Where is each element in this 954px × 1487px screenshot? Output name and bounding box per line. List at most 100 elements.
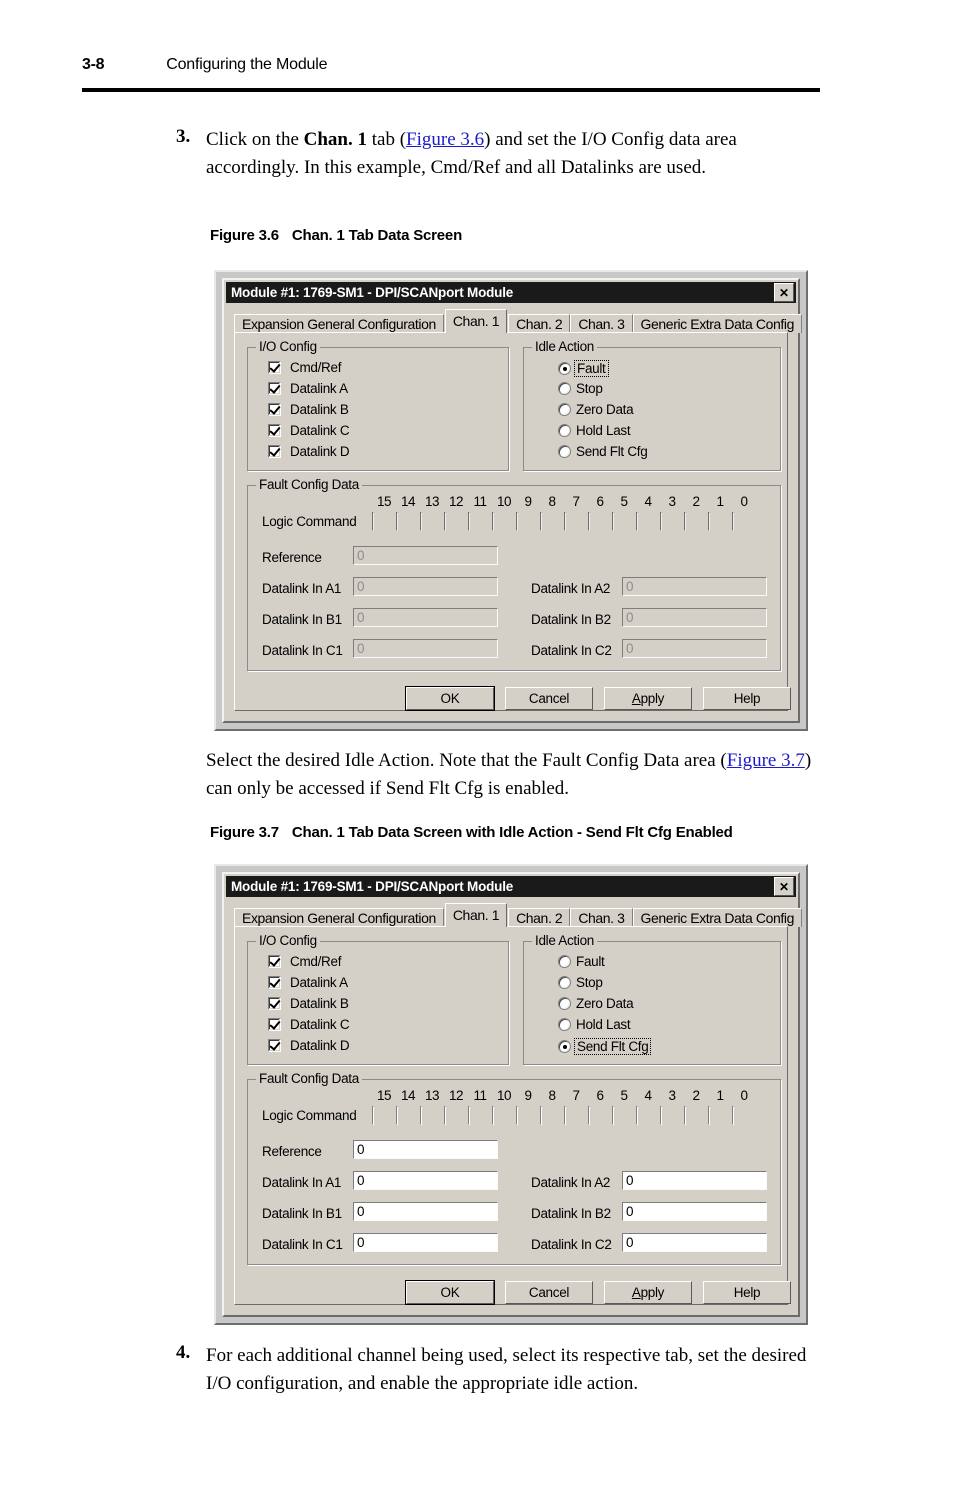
step-3-bold: Chan. 1 xyxy=(303,129,367,150)
reference-label-2: Reference xyxy=(262,1144,322,1159)
tab-chan-1[interactable]: Chan. 1 xyxy=(444,903,508,927)
dialog-1-titlebar[interactable]: Module #1: 1769-SM1 - DPI/SCANport Modul… xyxy=(226,282,796,303)
dialog-2-button-row: OK Cancel Apply Help xyxy=(405,1280,791,1305)
tab-chan-3[interactable]: Chan. 3 xyxy=(570,314,633,333)
bit-label-14: 14 xyxy=(400,1088,416,1103)
datalink-in-b2-input-1: 0 xyxy=(622,608,767,627)
cancel-button-1[interactable]: Cancel xyxy=(505,687,593,710)
radio-zero-data-2[interactable] xyxy=(558,997,571,1010)
radio-send-flt-cfg-1[interactable] xyxy=(558,445,571,458)
logic-bit-checkbox-7 xyxy=(564,512,566,531)
logic-bit-checkbox-12[interactable] xyxy=(444,1106,446,1125)
label-datalink-c-1: Datalink C xyxy=(290,423,350,438)
bit-label-7: 7 xyxy=(572,494,580,509)
tab-chan-3[interactable]: Chan. 3 xyxy=(570,908,633,927)
bit-number-row-1: 15 14 13 12 11 10 9 8 7 6 5 4 3 2 1 0 xyxy=(372,494,756,509)
checkbox-datalink-d-2[interactable] xyxy=(268,1039,281,1052)
checkbox-datalink-a-2[interactable] xyxy=(268,976,281,989)
checkbox-datalink-c-2[interactable] xyxy=(268,1018,281,1031)
figure-3-6-link[interactable]: Figure 3.6 xyxy=(406,129,484,150)
logic-bit-checkbox-11[interactable] xyxy=(468,1106,470,1125)
ok-button-2[interactable]: OK xyxy=(405,1280,495,1305)
checkbox-datalink-a-1[interactable] xyxy=(268,382,281,395)
tab-chan-1[interactable]: Chan. 1 xyxy=(444,309,508,333)
radio-fault-2[interactable] xyxy=(558,955,571,968)
apply-button-1[interactable]: Apply xyxy=(604,687,692,710)
label-datalink-d-2: Datalink D xyxy=(290,1038,350,1053)
checkbox-cmd-ref-2[interactable] xyxy=(268,955,281,968)
logic-bit-checkbox-6[interactable] xyxy=(588,1106,590,1125)
idle-action-group-2: Idle Action Fault Stop Zero Data Hold La… xyxy=(523,933,782,1066)
tab-generic-extra-data-config[interactable]: Generic Extra Data Config xyxy=(632,314,802,333)
tab-chan-2[interactable]: Chan. 2 xyxy=(508,314,571,333)
radio-zero-data-1[interactable] xyxy=(558,403,571,416)
logic-bit-checkbox-9[interactable] xyxy=(516,1106,518,1125)
tab-chan-2[interactable]: Chan. 2 xyxy=(508,908,571,927)
logic-bit-checkbox-4[interactable] xyxy=(636,1106,638,1125)
logic-bit-checkbox-14[interactable] xyxy=(396,1106,398,1125)
logic-bit-checkbox-12 xyxy=(444,512,446,531)
reference-input-2[interactable]: 0 xyxy=(353,1140,498,1159)
tab-expansion-general-configuration[interactable]: Expansion General Configuration xyxy=(234,314,444,333)
checkbox-datalink-b-1[interactable] xyxy=(268,403,281,416)
close-icon[interactable]: ✕ xyxy=(774,877,794,896)
checkbox-datalink-d-1[interactable] xyxy=(268,445,281,458)
dialog-2-titlebar[interactable]: Module #1: 1769-SM1 - DPI/SCANport Modul… xyxy=(226,876,796,897)
label-datalink-b-1: Datalink B xyxy=(290,402,349,417)
label-zero-data-1: Zero Data xyxy=(576,402,634,417)
logic-bit-checkbox-7[interactable] xyxy=(564,1106,566,1125)
datalink-in-b2-label-1: Datalink In B2 xyxy=(531,612,611,627)
logic-bit-checkbox-0[interactable] xyxy=(732,1106,734,1125)
help-button-1[interactable]: Help xyxy=(703,687,791,710)
logic-bit-checkbox-8[interactable] xyxy=(540,1106,542,1125)
tab-generic-extra-data-config[interactable]: Generic Extra Data Config xyxy=(632,908,802,927)
close-icon[interactable]: ✕ xyxy=(774,283,794,302)
logic-bit-checkbox-4 xyxy=(636,512,638,531)
datalink-in-a1-input-2[interactable]: 0 xyxy=(353,1171,498,1190)
step-3: 3. Click on the Chan. 1 tab (Figure 3.6)… xyxy=(176,126,806,182)
ok-button-1[interactable]: OK xyxy=(405,686,495,711)
logic-bit-checkbox-2[interactable] xyxy=(684,1106,686,1125)
logic-bit-checkbox-1[interactable] xyxy=(708,1106,710,1125)
datalink-in-c1-input-2[interactable]: 0 xyxy=(353,1233,498,1252)
datalink-in-b1-label-2: Datalink In B1 xyxy=(262,1206,342,1221)
logic-bit-checkbox-10[interactable] xyxy=(492,1106,494,1125)
label-send-flt-cfg-1: Send Flt Cfg xyxy=(576,444,648,459)
logic-bit-checkbox-8 xyxy=(540,512,542,531)
mid-paragraph-text-a: Select the desired Idle Action. Note tha… xyxy=(206,750,727,771)
radio-stop-2[interactable] xyxy=(558,976,571,989)
dpi-scanport-dialog-2: Module #1: 1769-SM1 - DPI/SCANport Modul… xyxy=(222,872,802,1317)
checkbox-cmd-ref-1[interactable] xyxy=(268,361,281,374)
help-button-2[interactable]: Help xyxy=(703,1281,791,1304)
label-datalink-d-1: Datalink D xyxy=(290,444,350,459)
radio-fault-1[interactable] xyxy=(558,362,571,375)
figure-3-7-dialog-frame: Module #1: 1769-SM1 - DPI/SCANport Modul… xyxy=(214,864,808,1325)
tab-expansion-general-configuration[interactable]: Expansion General Configuration xyxy=(234,908,444,927)
logic-bit-checkbox-3[interactable] xyxy=(660,1106,662,1125)
label-fault-2: Fault xyxy=(576,954,605,969)
datalink-in-b2-label-2: Datalink In B2 xyxy=(531,1206,611,1221)
checkbox-datalink-b-2[interactable] xyxy=(268,997,281,1010)
logic-bit-checkbox-5[interactable] xyxy=(612,1106,614,1125)
dialog-1-tabstrip: Expansion General Configuration Chan. 1 … xyxy=(234,309,802,333)
page-number: 3-8 xyxy=(82,56,105,73)
datalink-in-b2-input-2[interactable]: 0 xyxy=(622,1202,767,1221)
label-hold-last-1: Hold Last xyxy=(576,423,631,438)
apply-button-2[interactable]: Apply xyxy=(604,1281,692,1304)
figure-3-7-link[interactable]: Figure 3.7 xyxy=(727,750,805,771)
radio-send-flt-cfg-2[interactable] xyxy=(558,1040,571,1053)
bit-label-14: 14 xyxy=(400,494,416,509)
cancel-button-2[interactable]: Cancel xyxy=(505,1281,593,1304)
datalink-in-a2-label-1: Datalink In A2 xyxy=(531,581,611,596)
datalink-in-c2-label-2: Datalink In C2 xyxy=(531,1237,612,1252)
radio-hold-last-1[interactable] xyxy=(558,424,571,437)
datalink-in-b1-input-2[interactable]: 0 xyxy=(353,1202,498,1221)
logic-bit-checkbox-15[interactable] xyxy=(372,1106,374,1125)
datalink-in-a2-input-2[interactable]: 0 xyxy=(622,1171,767,1190)
checkbox-datalink-c-1[interactable] xyxy=(268,424,281,437)
datalink-in-b1-label-1: Datalink In B1 xyxy=(262,612,342,627)
datalink-in-c2-input-2[interactable]: 0 xyxy=(622,1233,767,1252)
radio-hold-last-2[interactable] xyxy=(558,1018,571,1031)
logic-bit-checkbox-13[interactable] xyxy=(420,1106,422,1125)
radio-stop-1[interactable] xyxy=(558,382,571,395)
